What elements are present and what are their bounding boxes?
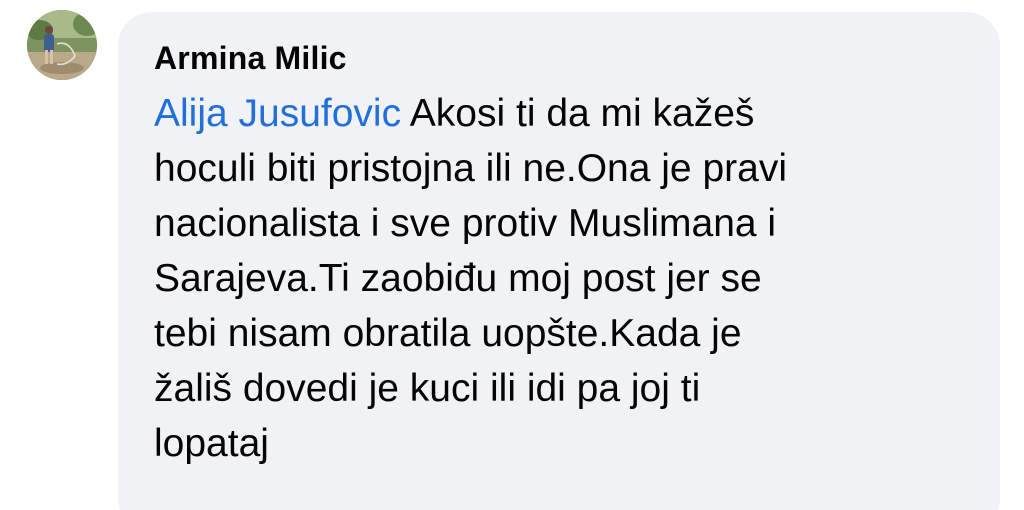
comment-bubble: Armina Milic Alija Jusufovic Akosi ti da…	[118, 12, 1000, 510]
comment-line-5: tebi nisam obratila uopšte.Kada je	[154, 312, 742, 355]
comment-text: Alija Jusufovic Akosi ti da mi kažeš hoc…	[154, 86, 954, 471]
mention-link[interactable]: Alija Jusufovic	[154, 92, 401, 135]
comment-line-4: Sarajeva.Ti zaobiđu moj post jer se	[154, 257, 762, 300]
avatar[interactable]	[27, 10, 97, 80]
comment-line-1: Alija Jusufovic Akosi ti da mi kažeš	[154, 86, 954, 141]
comment-row: Armina Milic Alija Jusufovic Akosi ti da…	[0, 0, 1024, 510]
comment-line-3: nacionalista i sve protiv Muslimana i	[154, 202, 777, 245]
comment-line-1-text: Akosi ti da mi kažeš	[401, 92, 755, 135]
comment-line-7: lopataj	[154, 422, 269, 465]
comment-line-6: žališ dovedi je kuci ili idi pa joj ti	[154, 367, 701, 410]
comment-author[interactable]: Armina Milic	[154, 38, 970, 78]
comment-line-2: hoculi biti pristojna ili ne.Ona je prav…	[154, 147, 787, 190]
profile-photo-avatar-icon	[27, 10, 97, 80]
